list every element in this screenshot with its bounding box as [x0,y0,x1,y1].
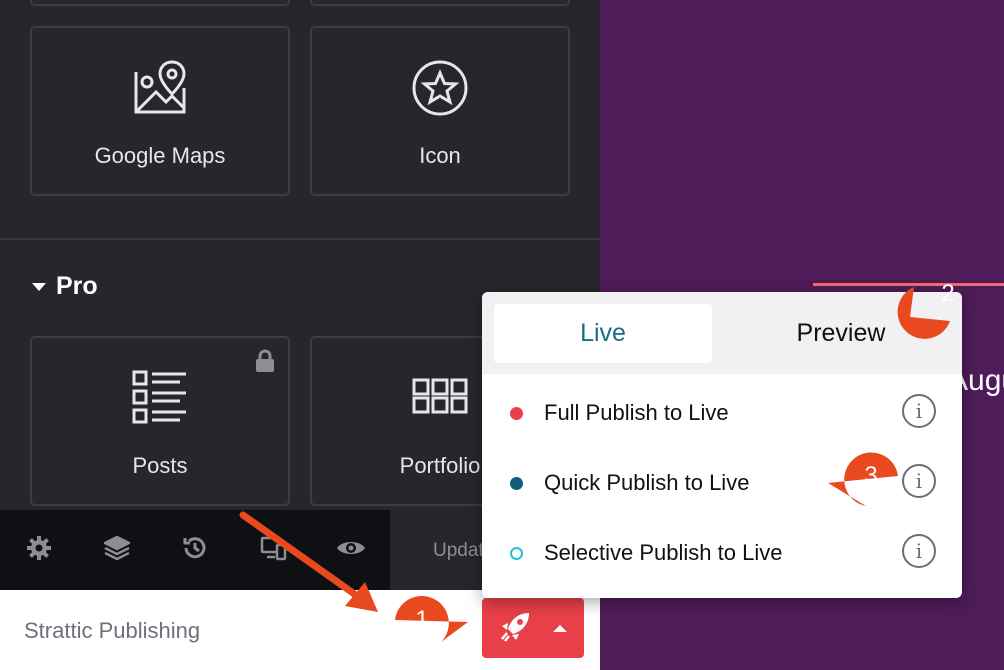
hollow-dot-icon [510,547,523,560]
info-icon[interactable]: i [902,534,936,568]
widget-label: Posts [132,453,188,478]
panel-footer-toolbar [0,510,390,590]
responsive-mode-button[interactable] [234,510,312,590]
strattic-publishing-label: Strattic Publishing [24,618,201,643]
decorative-line [813,283,1004,286]
widget-google-maps[interactable]: Google Maps [30,26,290,196]
tab-live[interactable]: Live [494,304,712,363]
settings-button[interactable] [0,510,78,590]
pro-section-toggle[interactable]: Pro [32,272,98,301]
option-full-publish[interactable]: Full Publish to Live i [482,378,962,448]
red-dot-icon [510,407,523,420]
caret-down-icon [32,282,46,291]
blue-dot-icon [510,477,523,490]
history-icon [182,535,208,566]
gear-icon [26,535,52,566]
navigator-button[interactable] [78,510,156,590]
annotation-number-3: 3 [864,462,878,489]
strattic-publish-button[interactable] [482,598,584,658]
option-label: Quick Publish to Live [544,470,750,495]
publish-target-tabs: Live Preview [482,292,962,374]
widget-label: Icon [419,143,461,168]
posts-icon [130,368,190,433]
map-icon [130,58,190,123]
widget-partial-left[interactable] [30,0,290,6]
widget-posts[interactable]: Posts [30,336,290,506]
option-label: Full Publish to Live [544,400,729,425]
rocket-icon [499,609,533,648]
grid-icon [412,378,468,419]
option-selective-publish[interactable]: Selective Publish to Live i [482,518,962,588]
caret-up-icon [553,624,567,632]
annotation-number-2: 2 [941,280,955,307]
info-icon[interactable]: i [902,394,936,428]
preview-changes-button[interactable] [312,510,390,590]
strattic-publishing-bar: Strattic Publishing [0,590,600,670]
widget-partial-right[interactable] [310,0,570,6]
star-icon [410,58,470,123]
history-button[interactable] [156,510,234,590]
widget-label: Google Maps [94,143,226,168]
eye-icon [336,537,366,564]
section-divider [0,238,600,240]
tab-preview[interactable]: Preview [732,304,950,363]
publish-options-popup: Live Preview Full Publish to Live i Quic… [482,292,962,598]
section-title: Pro [56,272,98,300]
widget-icon[interactable]: Icon [310,26,570,196]
option-label: Selective Publish to Live [544,540,783,565]
info-icon[interactable]: i [902,464,936,498]
responsive-icon [259,535,287,566]
layers-icon [103,534,131,567]
annotation-number-1: 1 [415,606,429,633]
lock-icon [252,348,278,379]
